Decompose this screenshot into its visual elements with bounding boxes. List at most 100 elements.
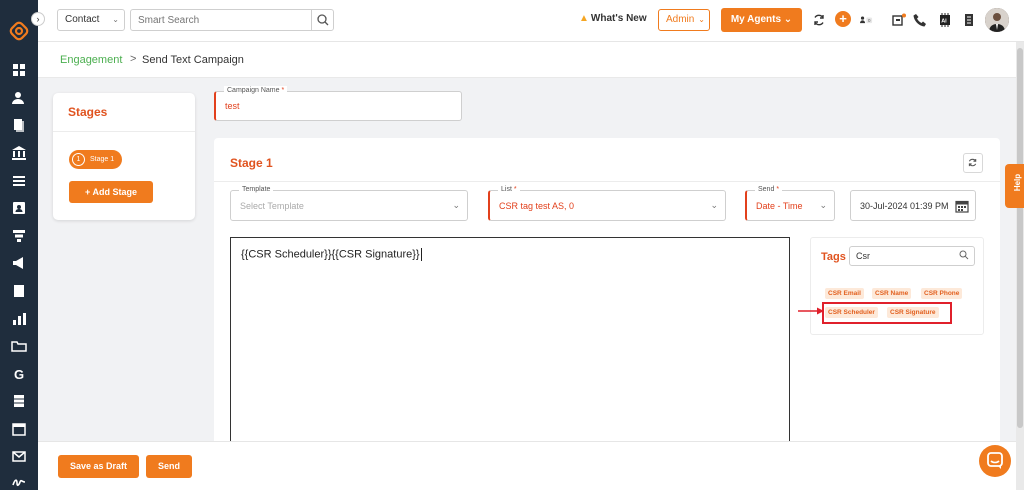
tag-csr-name[interactable]: CSR Name bbox=[872, 288, 912, 299]
chevron-down-icon: ⌄ bbox=[819, 200, 827, 210]
tags-highlight-box bbox=[822, 302, 952, 324]
stages-panel: Stages 1 Stage 1 + Add Stage bbox=[53, 93, 195, 220]
smart-search-input[interactable] bbox=[131, 10, 309, 30]
reports-icon[interactable] bbox=[11, 311, 27, 327]
page-scrollbar-thumb[interactable] bbox=[1017, 48, 1023, 428]
contact-card-icon[interactable] bbox=[11, 200, 27, 216]
list-label-text: List bbox=[501, 186, 512, 193]
sidebar: G bbox=[0, 0, 38, 490]
datetime-picker[interactable]: 30-Jul-2024 01:39 PM bbox=[850, 190, 976, 221]
template-placeholder: Select Template bbox=[240, 201, 304, 211]
megaphone-icon[interactable] bbox=[11, 255, 27, 271]
spreadsheet-icon[interactable] bbox=[11, 393, 27, 409]
chevron-down-icon: ⌄ bbox=[710, 200, 718, 210]
template-select[interactable]: Template Select Template ⌄ bbox=[230, 185, 468, 221]
contact-select[interactable]: Contact ⌄ bbox=[57, 9, 125, 31]
tags-panel: Tags Csr CSR Email CSR Name CSR Phone CS… bbox=[810, 237, 984, 335]
ai-chip-icon[interactable]: AI bbox=[938, 13, 952, 27]
stage-form-title: Stage 1 bbox=[230, 156, 273, 170]
breadcrumb: Engagement > Send Text Campaign bbox=[38, 42, 1016, 78]
required-mark: * bbox=[776, 186, 780, 193]
app-logo-icon[interactable] bbox=[8, 20, 30, 42]
notes-icon[interactable] bbox=[962, 13, 976, 27]
template-label: Template bbox=[239, 185, 274, 195]
required-mark: * bbox=[513, 186, 517, 193]
chat-button[interactable] bbox=[979, 445, 1011, 477]
contacts-icon[interactable] bbox=[11, 90, 27, 106]
refresh-icon bbox=[968, 158, 977, 167]
message-editor-content: {{CSR Scheduler}}{{CSR Signature}} bbox=[241, 248, 420, 261]
funnel-icon[interactable] bbox=[11, 228, 27, 244]
stage-1-pill[interactable]: 1 Stage 1 bbox=[69, 150, 122, 169]
admin-select-value: Admin bbox=[666, 14, 695, 25]
calendar-icon[interactable] bbox=[11, 421, 27, 437]
mail-icon[interactable] bbox=[11, 448, 27, 464]
admin-select[interactable]: Admin ⌄ bbox=[658, 9, 710, 31]
smart-search bbox=[130, 9, 334, 31]
footer-bar: Save as Draft Send bbox=[38, 441, 1016, 490]
required-mark: * bbox=[281, 87, 285, 94]
svg-text:AI: AI bbox=[941, 19, 947, 25]
help-tab[interactable]: Help bbox=[1005, 164, 1024, 208]
add-stage-button[interactable]: + Add Stage bbox=[69, 181, 153, 203]
contact-select-value: Contact bbox=[65, 14, 100, 25]
datetime-value: 30-Jul-2024 01:39 PM bbox=[860, 201, 949, 211]
calendar-icon[interactable] bbox=[955, 199, 969, 213]
google-icon[interactable]: G bbox=[11, 366, 27, 382]
send-select[interactable]: Send * Date - Time ⌄ bbox=[745, 185, 835, 221]
campaign-name-field[interactable]: Campaign Name * test bbox=[214, 86, 462, 121]
notes-icon[interactable] bbox=[11, 283, 27, 299]
svg-text:G: G bbox=[14, 367, 24, 382]
folder-icon[interactable] bbox=[11, 338, 27, 354]
top-bar: Contact ⌄ ▲What's New Admin ⌄ My Agents … bbox=[38, 0, 1024, 42]
whats-new-link[interactable]: ▲ What's New bbox=[579, 13, 647, 24]
tags-search-input[interactable]: Csr bbox=[849, 246, 975, 266]
save-as-draft-button[interactable]: Save as Draft bbox=[58, 455, 139, 478]
user-avatar[interactable] bbox=[985, 8, 1009, 32]
stage-label: Stage 1 bbox=[90, 156, 115, 163]
send-label: Send * bbox=[755, 185, 783, 195]
messages-icon[interactable] bbox=[892, 13, 906, 27]
breadcrumb-separator: > bbox=[130, 53, 137, 65]
list-value: CSR tag test AS, 0 bbox=[499, 201, 575, 211]
list-select[interactable]: List * CSR tag test AS, 0 ⌄ bbox=[488, 185, 726, 221]
add-icon[interactable]: + bbox=[835, 11, 851, 27]
search-button[interactable] bbox=[311, 10, 333, 30]
send-button[interactable]: Send bbox=[146, 455, 192, 478]
phone-icon[interactable] bbox=[913, 13, 927, 27]
campaign-name-value: test bbox=[225, 101, 240, 111]
tag-csr-email[interactable]: CSR Email bbox=[825, 288, 864, 299]
message-editor[interactable]: {{CSR Scheduler}}{{CSR Signature}} bbox=[230, 237, 790, 462]
tags-search-value: Csr bbox=[856, 251, 870, 261]
chevron-down-icon: ⌄ bbox=[452, 200, 460, 210]
chevron-down-icon: ⌄ bbox=[112, 15, 119, 24]
bank-icon[interactable] bbox=[11, 145, 27, 161]
user-count[interactable]: 0 bbox=[860, 13, 882, 27]
dashboard-icon[interactable] bbox=[11, 62, 27, 78]
stage-form-card: Stage 1 Template Select Template ⌄ List … bbox=[214, 138, 1000, 462]
documents-icon[interactable] bbox=[11, 117, 27, 133]
tag-csr-phone[interactable]: CSR Phone bbox=[921, 288, 963, 299]
search-icon bbox=[317, 14, 329, 26]
refresh-button[interactable] bbox=[963, 153, 983, 173]
send-label-text: Send bbox=[758, 186, 775, 193]
campaign-name-label: Campaign Name * bbox=[224, 86, 288, 96]
chevron-down-icon: ⌄ bbox=[698, 15, 705, 24]
my-agents-label: My Agents bbox=[730, 14, 782, 25]
list-icon[interactable] bbox=[11, 173, 27, 189]
fire-icon: ▲ bbox=[579, 13, 589, 24]
refresh-icon[interactable] bbox=[812, 13, 826, 27]
divider bbox=[53, 131, 195, 132]
message-editor-text: {{CSR Scheduler}}{{CSR Signature}} bbox=[241, 248, 422, 261]
signature-icon[interactable] bbox=[11, 473, 27, 489]
my-agents-button[interactable]: My Agents ⌄ bbox=[721, 8, 802, 32]
sidebar-expand-button[interactable]: › bbox=[31, 12, 45, 26]
stage-number: 1 bbox=[72, 153, 85, 166]
send-value: Date - Time bbox=[756, 201, 803, 211]
annotation-arrow bbox=[798, 307, 824, 315]
campaign-name-label-text: Campaign Name bbox=[227, 87, 280, 94]
breadcrumb-engagement-link[interactable]: Engagement bbox=[60, 54, 122, 66]
text-caret bbox=[420, 248, 422, 261]
tags-title: Tags bbox=[821, 251, 846, 263]
breadcrumb-current: Send Text Campaign bbox=[142, 54, 244, 66]
